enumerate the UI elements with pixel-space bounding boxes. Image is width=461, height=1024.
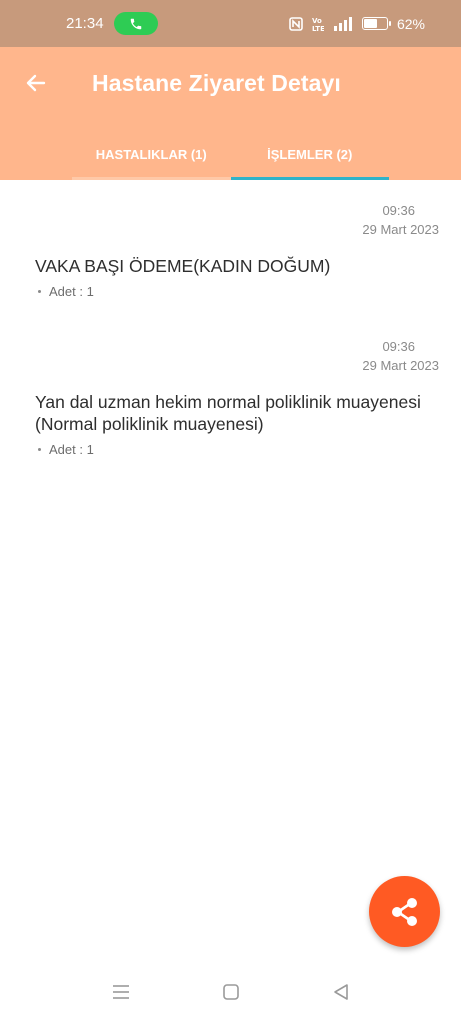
phone-call-icon [130,18,141,29]
record-date: 29 Mart 2023 [362,358,439,373]
record-title: Yan dal uzman hekim normal poliklinik mu… [35,392,421,434]
record-meta: Adet : 1 [38,442,94,457]
ongoing-call-pill[interactable] [113,12,158,35]
svg-text:Vo: Vo [312,17,322,25]
app-bar: Hastane Ziyaret Detayı HASTALIKLAR (1) İ… [0,47,461,180]
record-meta: Adet : 1 [38,284,94,299]
battery-percent: 62% [396,15,425,32]
menu-icon [112,985,129,999]
system-back-button[interactable] [326,977,356,1007]
status-bar: 21:34 Vo LTE 62% [0,0,461,47]
battery-icon [361,17,391,30]
recent-apps-button[interactable] [106,977,136,1007]
status-right: Vo LTE 62% [289,16,425,32]
record-time: 09:36 [382,203,415,218]
home-button[interactable] [216,977,246,1007]
volte-icon: Vo LTE [312,16,324,32]
system-nav-bar [0,960,461,1024]
back-triangle-icon [333,984,348,1000]
share-icon [391,897,417,926]
record-time: 09:36 [382,339,415,354]
tab-label: İŞLEMLER (2) [267,147,353,162]
tab-label: HASTALIKLAR (1) [95,147,207,162]
svg-text:LTE: LTE [312,25,324,32]
bullet-icon [38,290,41,293]
tab-hastaliklar[interactable]: HASTALIKLAR (1) [72,129,231,180]
record-quantity: Adet : 1 [49,442,94,457]
page-title: Hastane Ziyaret Detayı [92,70,341,96]
status-time: 21:34 [66,15,104,32]
signal-icon [333,16,353,31]
procedure-list: 09:36 29 Mart 2023 VAKA BAŞI ÖDEME(KADIN… [0,180,461,486]
tab-bar: HASTALIKLAR (1) İŞLEMLER (2) [72,129,389,180]
share-button[interactable] [369,876,440,947]
status-left: 21:34 [66,12,158,35]
nfc-icon [289,16,303,31]
battery-level-fill [363,19,377,28]
bullet-icon [38,448,41,451]
tab-islemler[interactable]: İŞLEMLER (2) [230,129,389,180]
list-item[interactable]: 09:36 29 Mart 2023 Yan dal uzman hekim n… [0,316,461,486]
home-icon [222,984,239,1000]
back-button[interactable] [18,65,54,101]
list-item[interactable]: 09:36 29 Mart 2023 VAKA BAŞI ÖDEME(KADIN… [0,180,461,316]
arrow-left-icon [26,74,46,92]
record-title: VAKA BAŞI ÖDEME(KADIN DOĞUM) [35,256,331,276]
record-quantity: Adet : 1 [49,284,94,299]
record-date: 29 Mart 2023 [362,222,439,237]
